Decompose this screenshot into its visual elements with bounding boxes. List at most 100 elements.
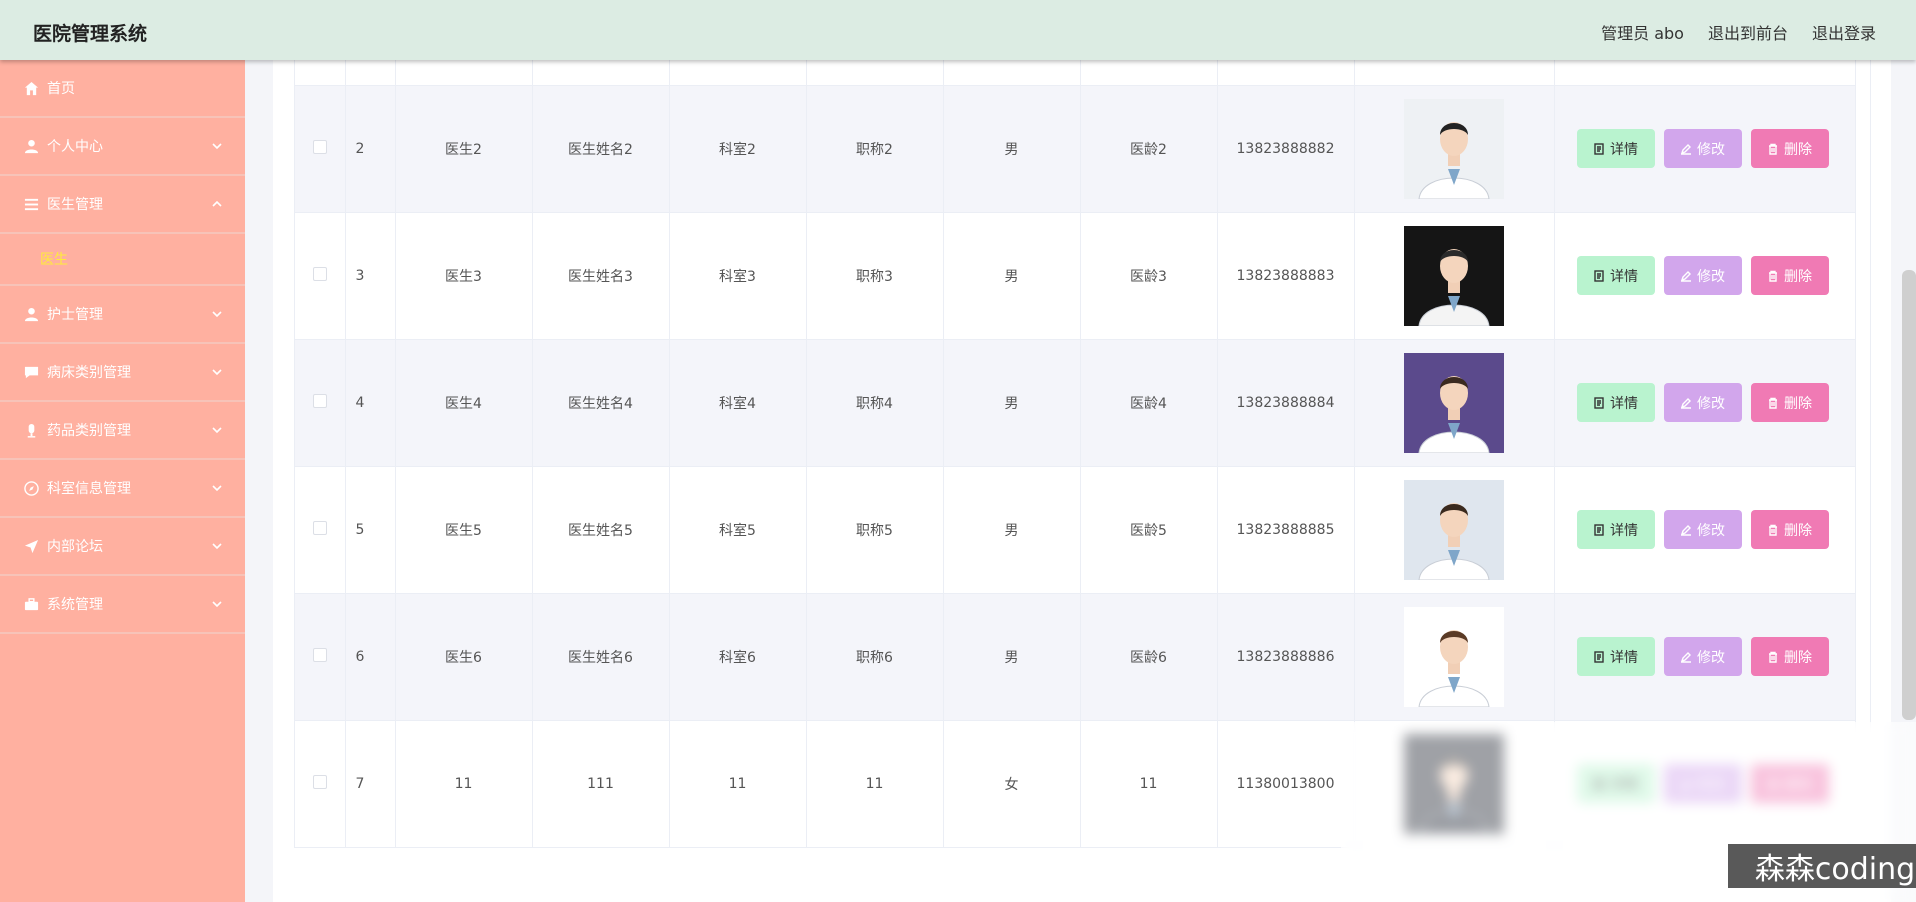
edit-button-label: 修改	[1697, 522, 1725, 539]
row-checkbox[interactable]	[312, 774, 327, 789]
detail-button[interactable]: 详情	[1576, 510, 1655, 549]
delete-button-label: 删除	[1784, 649, 1812, 666]
sidebar-item-label: 系统管理	[47, 597, 103, 613]
edit-button[interactable]: 修改	[1663, 383, 1742, 422]
cell-name: 医生姓名4	[532, 339, 670, 467]
cell-account: 医生6	[395, 593, 533, 721]
sidebar-item-system[interactable]: 系统管理	[0, 576, 245, 634]
cell-phone: 13823888886	[1217, 593, 1355, 721]
sidebar-item-forum[interactable]: 内部论坛	[0, 518, 245, 576]
cell-phone: 13823888882	[1217, 85, 1355, 213]
pencil-icon	[1680, 143, 1691, 155]
cell-gender: 男	[943, 339, 1081, 467]
detail-button-label: 详情	[1610, 395, 1638, 412]
cell-title: 11	[806, 720, 944, 848]
cell-department: 科室2	[669, 85, 807, 213]
row-checkbox[interactable]	[312, 520, 327, 535]
sidebar-item-label: 首页	[47, 81, 75, 97]
app-title: 医院管理系统	[33, 23, 148, 45]
row-checkbox[interactable]	[312, 393, 327, 408]
chevron-up-icon	[211, 198, 225, 212]
scrollbar[interactable]	[1902, 270, 1916, 720]
chevron-down-icon	[211, 308, 225, 322]
table-row: 3 医生3 医生姓名3 科室3 职称3 男 医龄3 13823888883 详情…	[295, 212, 1856, 340]
cell-gender: 女	[943, 720, 1081, 848]
cell-seniority: 11	[1080, 720, 1218, 848]
cell-phone: 13823888883	[1217, 212, 1355, 340]
sidebar-subitem-doctor[interactable]: 医生	[0, 234, 245, 286]
detail-button[interactable]: 详情	[1576, 383, 1655, 422]
cell-gender: 男	[943, 212, 1081, 340]
row-checkbox[interactable]	[312, 647, 327, 662]
trash-icon	[1769, 270, 1777, 282]
trash-icon	[1769, 143, 1777, 155]
detail-button[interactable]: 详情	[1576, 637, 1655, 676]
cell-index: 5	[345, 466, 396, 594]
user-icon	[22, 305, 40, 323]
cell-phone: 11380013800	[1217, 720, 1355, 848]
edit-button[interactable]: 修改	[1663, 510, 1742, 549]
delete-button[interactable]: 删除	[1750, 256, 1829, 295]
sidebar-subitem-label: 医生	[40, 252, 68, 268]
delete-button[interactable]: 删除	[1750, 129, 1829, 168]
sidebar-item-department-info[interactable]: 科室信息管理	[0, 460, 245, 518]
edit-button[interactable]: 修改	[1663, 256, 1742, 295]
cell-title: 职称6	[806, 593, 944, 721]
cell-account: 医生2	[395, 85, 533, 213]
pencil-icon	[1680, 524, 1691, 536]
delete-button[interactable]: 删除	[1750, 383, 1829, 422]
table-row: 2 医生2 医生姓名2 科室2 职称2 男 医龄2 13823888882 详情…	[295, 85, 1856, 213]
logout-link[interactable]: 退出登录	[1812, 20, 1876, 44]
cell-index: 7	[345, 720, 396, 848]
sidebar-item-bed-category[interactable]: 病床类别管理	[0, 344, 245, 402]
sidebar-item-medicine-category[interactable]: 药品类别管理	[0, 402, 245, 460]
trash-icon	[1769, 397, 1777, 409]
cell-phone: 13823888884	[1217, 339, 1355, 467]
row-checkbox[interactable]	[312, 266, 327, 281]
delete-button[interactable]: 删除	[1750, 510, 1829, 549]
table-row: 5 医生5 医生姓名5 科室5 职称5 男 医龄5 13823888885 详情…	[295, 466, 1856, 594]
edit-button[interactable]: 修改	[1663, 637, 1742, 676]
delete-button[interactable]: 删除	[1750, 637, 1829, 676]
pencil-icon	[1680, 397, 1691, 409]
list-icon	[22, 195, 40, 213]
doctor-photo	[1404, 98, 1504, 199]
cell-title: 职称2	[806, 85, 944, 213]
cell-seniority: 医龄5	[1080, 466, 1218, 594]
cell-phone: 13823888885	[1217, 466, 1355, 594]
detail-button[interactable]: 详情	[1576, 256, 1655, 295]
sidebar-item-nurse-management[interactable]: 护士管理	[0, 286, 245, 344]
sidebar-item-label: 护士管理	[47, 307, 103, 323]
delete-button-label: 删除	[1784, 141, 1812, 158]
doctor-photo	[1404, 225, 1504, 326]
cell-index: 6	[345, 593, 396, 721]
doctor-photo	[1404, 352, 1504, 453]
cell-department: 科室6	[669, 593, 807, 721]
cell-title: 职称5	[806, 466, 944, 594]
sidebar-item-profile[interactable]: 个人中心	[0, 118, 245, 176]
cell-index: 3	[345, 212, 396, 340]
compass-icon	[22, 479, 40, 497]
exit-to-front-link[interactable]: 退出到前台	[1708, 20, 1788, 44]
row-checkbox[interactable]	[312, 139, 327, 154]
detail-button-label: 详情	[1610, 141, 1638, 158]
cell-gender: 男	[943, 85, 1081, 213]
cell-name: 111	[532, 720, 670, 848]
detail-button[interactable]: 详情	[1576, 129, 1655, 168]
doctor-photo	[1404, 479, 1504, 580]
edit-button[interactable]: 修改	[1663, 129, 1742, 168]
doctor-photo	[1404, 606, 1504, 707]
document-icon	[1594, 142, 1604, 155]
cell-name: 医生姓名3	[532, 212, 670, 340]
sidebar-item-home[interactable]: 首页	[0, 60, 245, 118]
cell-seniority: 医龄3	[1080, 212, 1218, 340]
cell-account: 11	[395, 720, 533, 848]
document-icon	[1594, 269, 1604, 282]
cell-seniority: 医龄6	[1080, 593, 1218, 721]
document-icon	[1594, 396, 1604, 409]
cell-gender: 男	[943, 593, 1081, 721]
user-icon	[22, 137, 40, 155]
sidebar-item-doctor-management[interactable]: 医生管理	[0, 176, 245, 234]
chevron-down-icon	[211, 366, 225, 380]
chevron-down-icon	[211, 598, 225, 612]
